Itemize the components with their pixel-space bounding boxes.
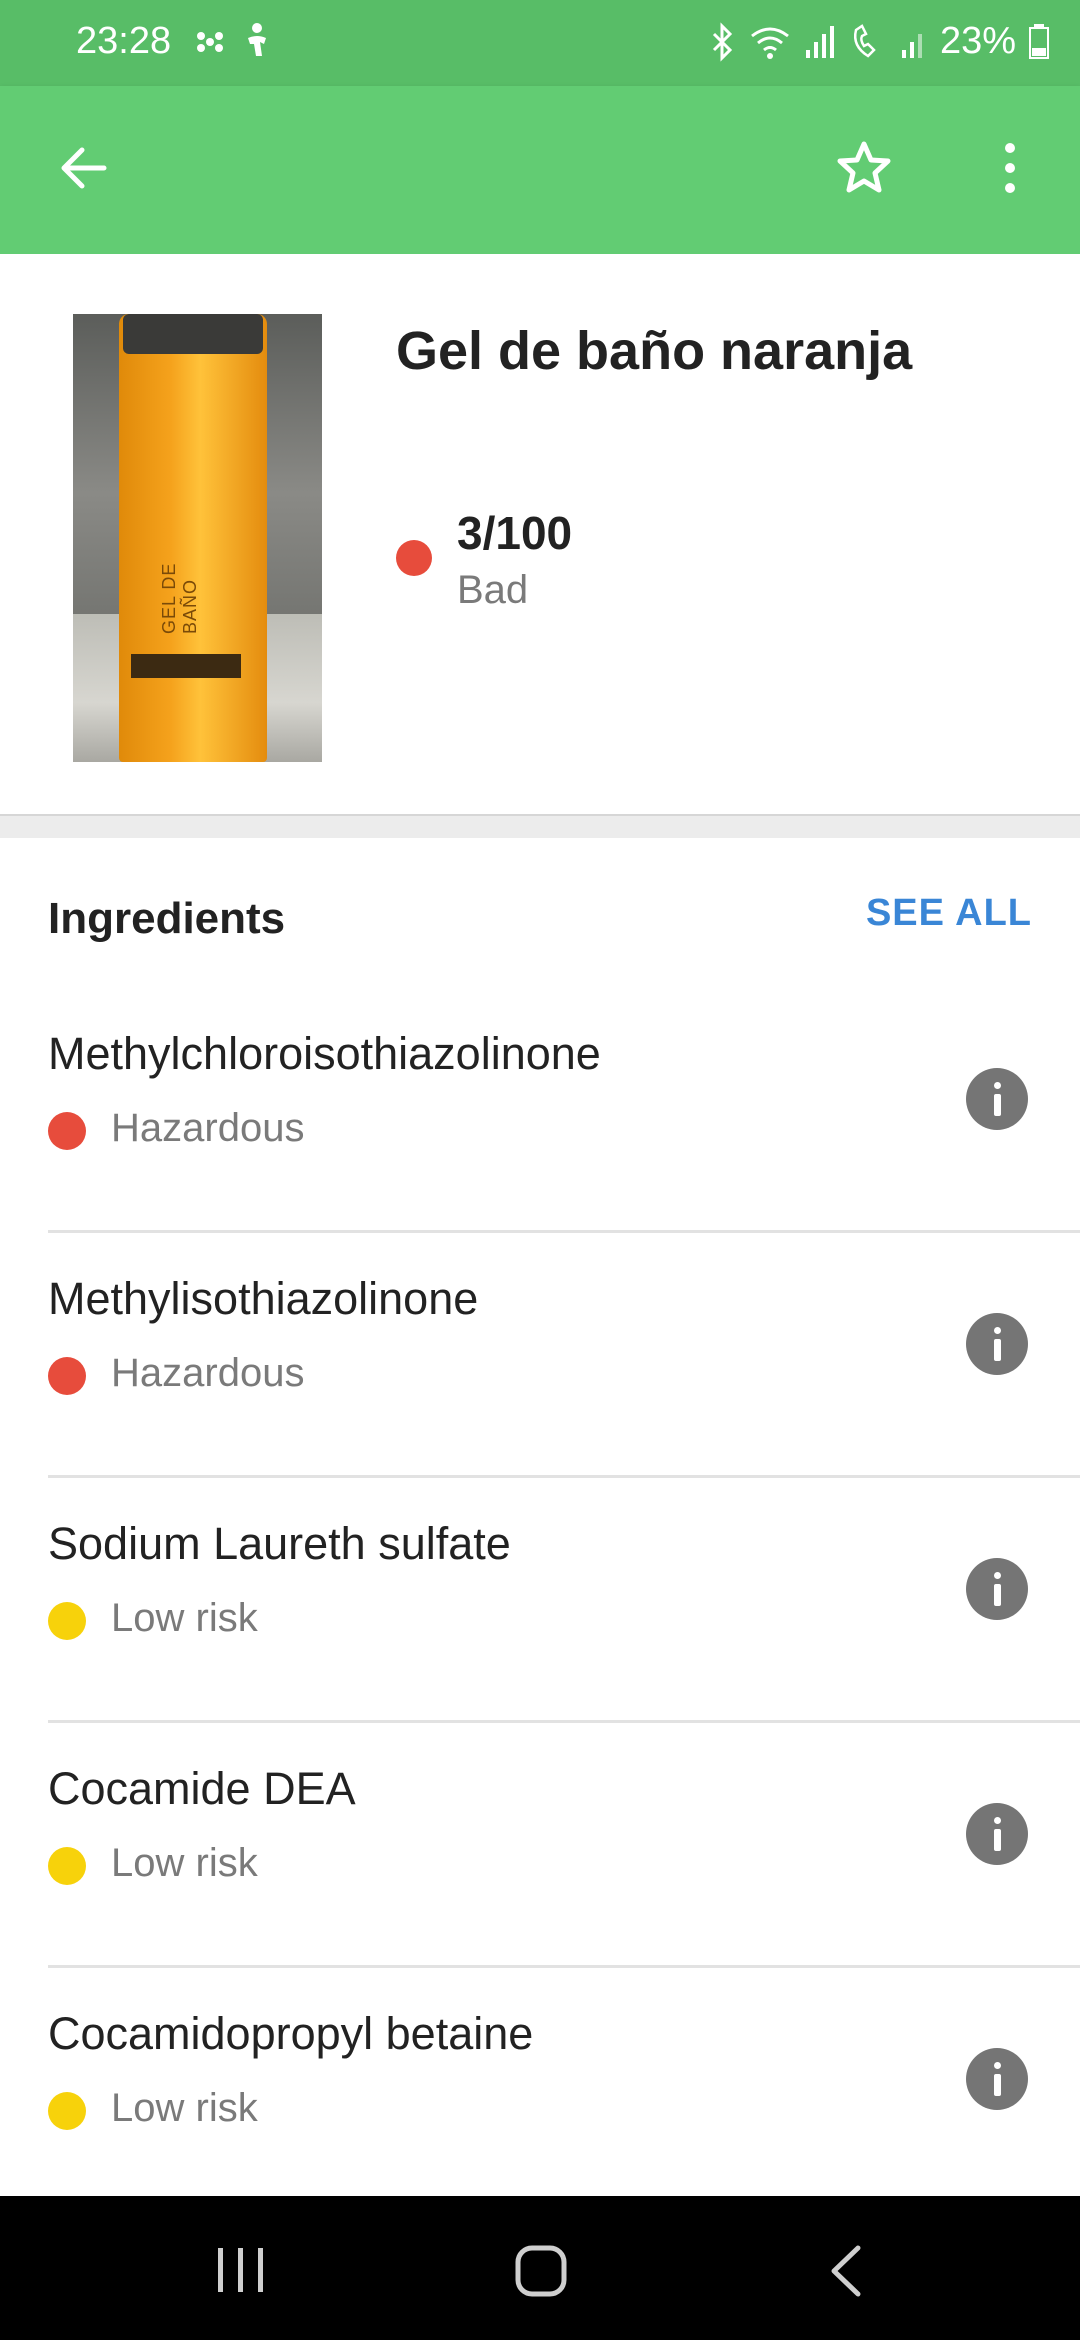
score-rating: Bad bbox=[457, 568, 529, 612]
battery-icon bbox=[1029, 23, 1049, 59]
bottle-cap bbox=[123, 314, 263, 354]
ingredient-item[interactable]: Cocamidopropyl betaine Low risk bbox=[0, 1968, 1080, 2213]
arrow-left-icon[interactable] bbox=[52, 136, 116, 200]
bottle-label bbox=[131, 654, 241, 678]
recents-icon[interactable] bbox=[214, 2246, 268, 2294]
status-system-icons: 23% bbox=[708, 20, 1050, 63]
star-outline-icon[interactable] bbox=[832, 136, 896, 200]
risk-dot bbox=[48, 1847, 86, 1885]
ingredient-risk: Low risk bbox=[111, 2086, 258, 2130]
ingredient-item[interactable]: Methylisothiazolinone Hazardous bbox=[0, 1233, 1080, 1478]
ingredient-name: Sodium Laureth sulfate bbox=[48, 1518, 511, 1569]
ingredient-name: Methylisothiazolinone bbox=[48, 1273, 479, 1324]
signal-2-icon bbox=[901, 33, 922, 58]
score-dot bbox=[396, 540, 432, 576]
risk-dot bbox=[48, 1112, 86, 1150]
status-notification-icons bbox=[192, 22, 272, 62]
product-image[interactable]: GEL DE BAÑO bbox=[73, 314, 322, 762]
ingredients-section: Ingredients SEE ALL Methylchloroisothiaz… bbox=[0, 838, 1080, 2196]
ingredients-title: Ingredients bbox=[48, 894, 286, 943]
info-icon[interactable] bbox=[966, 2048, 1028, 2110]
more-vertical-icon[interactable] bbox=[978, 136, 1042, 200]
score-value: 3/100 bbox=[457, 507, 573, 559]
risk-dot bbox=[48, 1357, 86, 1395]
navigation-bar bbox=[0, 2196, 1080, 2340]
signal-icon bbox=[805, 25, 834, 58]
ingredient-name: Cocamidopropyl betaine bbox=[48, 2008, 534, 2059]
status-time: 23:28 bbox=[76, 20, 172, 62]
nav-back-icon[interactable] bbox=[822, 2244, 870, 2298]
product-title: Gel de baño naranja bbox=[396, 321, 913, 381]
ingredient-item[interactable]: Sodium Laureth sulfate Low risk bbox=[0, 1478, 1080, 1723]
info-icon[interactable] bbox=[966, 1068, 1028, 1130]
risk-dot bbox=[48, 2092, 86, 2130]
info-icon[interactable] bbox=[966, 1313, 1028, 1375]
ingredient-risk: Hazardous bbox=[111, 1351, 305, 1395]
app-bar bbox=[0, 86, 1080, 254]
info-icon[interactable] bbox=[966, 1558, 1028, 1620]
ingredient-name: Cocamide DEA bbox=[48, 1763, 356, 1814]
bottle-label-text: GEL DE BAÑO bbox=[159, 562, 200, 634]
ingredient-item[interactable]: Cocamide DEA Low risk bbox=[0, 1723, 1080, 1968]
ingredient-risk: Low risk bbox=[111, 1841, 258, 1885]
wifi-icon bbox=[751, 27, 789, 59]
dots-icon bbox=[197, 32, 223, 52]
battery-percent: 23% bbox=[939, 20, 1016, 62]
status-bar: 23:28 23% bbox=[0, 0, 1080, 86]
wifi-calling-icon bbox=[853, 23, 876, 58]
ingredient-risk: Low risk bbox=[111, 1596, 258, 1640]
home-icon[interactable] bbox=[514, 2244, 568, 2298]
ingredient-item[interactable]: Methylchloroisothiazolinone Hazardous bbox=[0, 988, 1080, 1233]
ingredient-name: Methylchloroisothiazolinone bbox=[48, 1028, 601, 1079]
ingredient-risk: Hazardous bbox=[111, 1106, 305, 1150]
product-card: GEL DE BAÑO Gel de baño naranja 3/100 Ba… bbox=[0, 254, 1080, 814]
accessibility-icon bbox=[248, 23, 266, 56]
risk-dot bbox=[48, 1602, 86, 1640]
see-all-button[interactable]: SEE ALL bbox=[866, 892, 1032, 935]
info-icon[interactable] bbox=[966, 1803, 1028, 1865]
section-divider bbox=[0, 814, 1080, 838]
bluetooth-icon bbox=[712, 21, 733, 62]
